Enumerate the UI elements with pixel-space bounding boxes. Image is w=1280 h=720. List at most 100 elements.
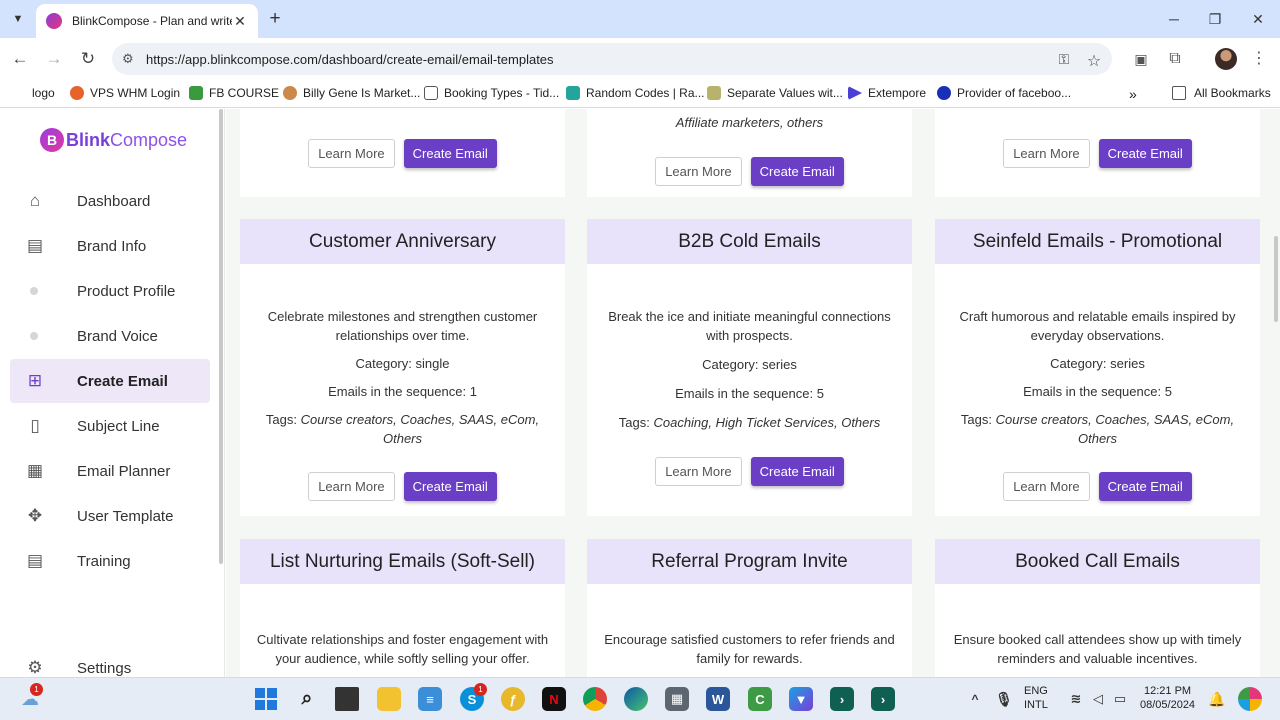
- notepad-icon[interactable]: ≡: [418, 687, 442, 711]
- bookmark-item[interactable]: FB COURSE: [189, 86, 279, 100]
- file-explorer-icon[interactable]: [377, 687, 401, 711]
- battery-icon[interactable]: ▭: [1108, 687, 1132, 711]
- netflix-icon[interactable]: N: [542, 687, 566, 711]
- dot-icon: [30, 287, 38, 295]
- word-icon[interactable]: W: [706, 687, 730, 711]
- bookmark-item[interactable]: Booking Types - Tid...: [424, 86, 559, 100]
- edge-icon[interactable]: [624, 687, 648, 711]
- learn-more-button[interactable]: Learn More: [1003, 472, 1090, 501]
- profile-avatar[interactable]: [1215, 48, 1237, 70]
- bookmark-favicon-icon: [283, 86, 297, 100]
- card-tags: Tags: Course creators, Coaches, SAAS, eC…: [265, 412, 540, 446]
- sidebar-scrollbar[interactable]: [219, 109, 223, 564]
- extensions-puzzle-icon[interactable]: ⧉: [1164, 48, 1186, 70]
- chrome-icon[interactable]: [583, 687, 607, 711]
- template-card: Affiliate marketers, others Learn More C…: [587, 109, 912, 197]
- sidebar-item-label: Settings: [77, 659, 132, 677]
- create-email-button[interactable]: Create Email: [750, 457, 844, 486]
- sidebar-item-label: Training: [77, 552, 131, 570]
- vpn-icon[interactable]: ▼: [789, 687, 813, 711]
- all-bookmarks-folder[interactable]: All Bookmarks: [1172, 86, 1271, 100]
- sidebar-item-brand-voice[interactable]: Brand Voice: [10, 314, 210, 358]
- sidebar-item-label: Dashboard: [77, 192, 151, 210]
- search-icon[interactable]: ⌕: [295, 687, 319, 711]
- address-bar[interactable]: ⚙ https://app.blinkcompose.com/dashboard…: [112, 43, 1112, 75]
- bookmark-item[interactable]: Separate Values wit...: [707, 86, 843, 100]
- create-email-button[interactable]: Create Email: [1098, 472, 1192, 501]
- camtasia-icon[interactable]: C: [748, 687, 772, 711]
- bookmark-item[interactable]: VPS WHM Login: [70, 86, 180, 100]
- terminal-icon[interactable]: ›: [871, 687, 895, 711]
- input-language[interactable]: ENG INTL: [1024, 684, 1048, 712]
- learn-more-button[interactable]: Learn More: [655, 457, 742, 486]
- bookmark-item[interactable]: Random Codes | Ra...: [566, 86, 705, 100]
- document-icon: ▯: [30, 416, 40, 435]
- bookmark-item[interactable]: logo: [32, 86, 55, 100]
- close-tab-icon[interactable]: ✕: [232, 13, 248, 30]
- browser-toolbar: ← → ↻ ⚙ https://app.blinkcompose.com/das…: [0, 38, 1280, 80]
- template-card-seinfeld-emails: Seinfeld Emails - Promotional Craft humo…: [935, 219, 1260, 516]
- card-description: Encourage satisfied customers to refer f…: [604, 632, 895, 666]
- sidebar-item-label: User Template: [77, 507, 174, 525]
- wifi-icon[interactable]: ≋: [1064, 687, 1088, 711]
- terminal-icon[interactable]: ›: [830, 687, 854, 711]
- card-title: List Nurturing Emails (Soft-Sell): [240, 539, 565, 584]
- learn-more-button[interactable]: Learn More: [1003, 139, 1090, 168]
- back-arrow-icon[interactable]: ←: [8, 47, 32, 71]
- site-info-icon[interactable]: ⚙: [122, 51, 142, 67]
- bookmark-star-icon[interactable]: ☆: [1084, 51, 1104, 70]
- tab-search-chevron-icon[interactable]: ▼: [6, 7, 30, 31]
- content-scrollbar[interactable]: [1274, 236, 1278, 322]
- bookmark-item[interactable]: Billy Gene Is Market...: [283, 86, 420, 100]
- copilot-icon[interactable]: [1238, 687, 1262, 711]
- learn-more-button[interactable]: Learn More: [655, 157, 742, 186]
- close-window-icon[interactable]: ✕: [1247, 8, 1269, 30]
- bookmark-favicon-icon: [566, 86, 580, 100]
- card-category: Category: series: [702, 357, 797, 372]
- volume-icon[interactable]: ◁: [1086, 687, 1110, 711]
- card-category: Category: series: [1050, 356, 1145, 371]
- app-sidebar: B BlinkCompose ⌂ Dashboard ▤ Brand Info …: [0, 109, 225, 677]
- minimize-window-icon[interactable]: ─: [1163, 8, 1185, 30]
- card-description: Cultivate relationships and foster engag…: [256, 632, 549, 666]
- bookmark-favicon-icon: [70, 86, 84, 100]
- sidebar-item-create-email[interactable]: ⊞ Create Email: [10, 359, 210, 403]
- sidebar-item-product-profile[interactable]: Product Profile: [10, 269, 210, 313]
- create-email-button[interactable]: Create Email: [1098, 139, 1192, 168]
- devtools-extension-icon[interactable]: ▣: [1130, 48, 1152, 70]
- password-key-icon[interactable]: ⚿: [1054, 51, 1074, 69]
- sidebar-item-user-template[interactable]: ✥ User Template: [10, 494, 210, 538]
- folder-icon: [1172, 86, 1186, 100]
- forward-arrow-icon[interactable]: →: [42, 47, 66, 71]
- create-email-button[interactable]: Create Email: [750, 157, 844, 186]
- notification-bell-icon[interactable]: 🔔: [1205, 687, 1229, 711]
- restore-window-icon[interactable]: ❐: [1204, 8, 1226, 30]
- bookmark-item[interactable]: Extempore: [848, 86, 926, 100]
- more-menu-icon[interactable]: ⋮: [1248, 48, 1270, 70]
- bookmark-item[interactable]: Provider of faceboo...: [937, 86, 1071, 100]
- tray-chevron-up-icon[interactable]: ^: [963, 687, 987, 711]
- windows-start-icon[interactable]: [254, 687, 278, 711]
- sidebar-item-subject-line[interactable]: ▯ Subject Line: [10, 404, 210, 448]
- sidebar-item-dashboard[interactable]: ⌂ Dashboard: [10, 179, 210, 223]
- reload-icon[interactable]: ↻: [76, 47, 100, 71]
- message-square-icon: ▤: [26, 236, 44, 255]
- tab-title: BlinkCompose - Plan and write: [72, 14, 232, 28]
- learn-more-button[interactable]: Learn More: [308, 139, 395, 168]
- task-view-icon[interactable]: [335, 687, 359, 711]
- new-tab-plus-icon[interactable]: +: [264, 8, 286, 30]
- brand-logo[interactable]: B BlinkCompose: [40, 128, 187, 152]
- calculator-icon[interactable]: ▦: [665, 687, 689, 711]
- sidebar-item-brand-info[interactable]: ▤ Brand Info: [10, 224, 210, 268]
- app-icon[interactable]: ƒ: [501, 687, 525, 711]
- more-bookmarks-chevron-icon[interactable]: »: [1129, 86, 1137, 102]
- sidebar-item-training[interactable]: ▤ Training: [10, 539, 210, 583]
- microphone-icon[interactable]: 🎙: [992, 687, 1016, 711]
- create-email-button[interactable]: Create Email: [403, 472, 497, 501]
- browser-tab-active[interactable]: BlinkCompose - Plan and write ✕: [36, 4, 258, 38]
- clock[interactable]: 12:21 PM 08/05/2024: [1140, 684, 1195, 712]
- learn-more-button[interactable]: Learn More: [308, 472, 395, 501]
- url-text: https://app.blinkcompose.com/dashboard/c…: [146, 51, 554, 67]
- create-email-button[interactable]: Create Email: [403, 139, 497, 168]
- sidebar-item-email-planner[interactable]: ▦ Email Planner: [10, 449, 210, 493]
